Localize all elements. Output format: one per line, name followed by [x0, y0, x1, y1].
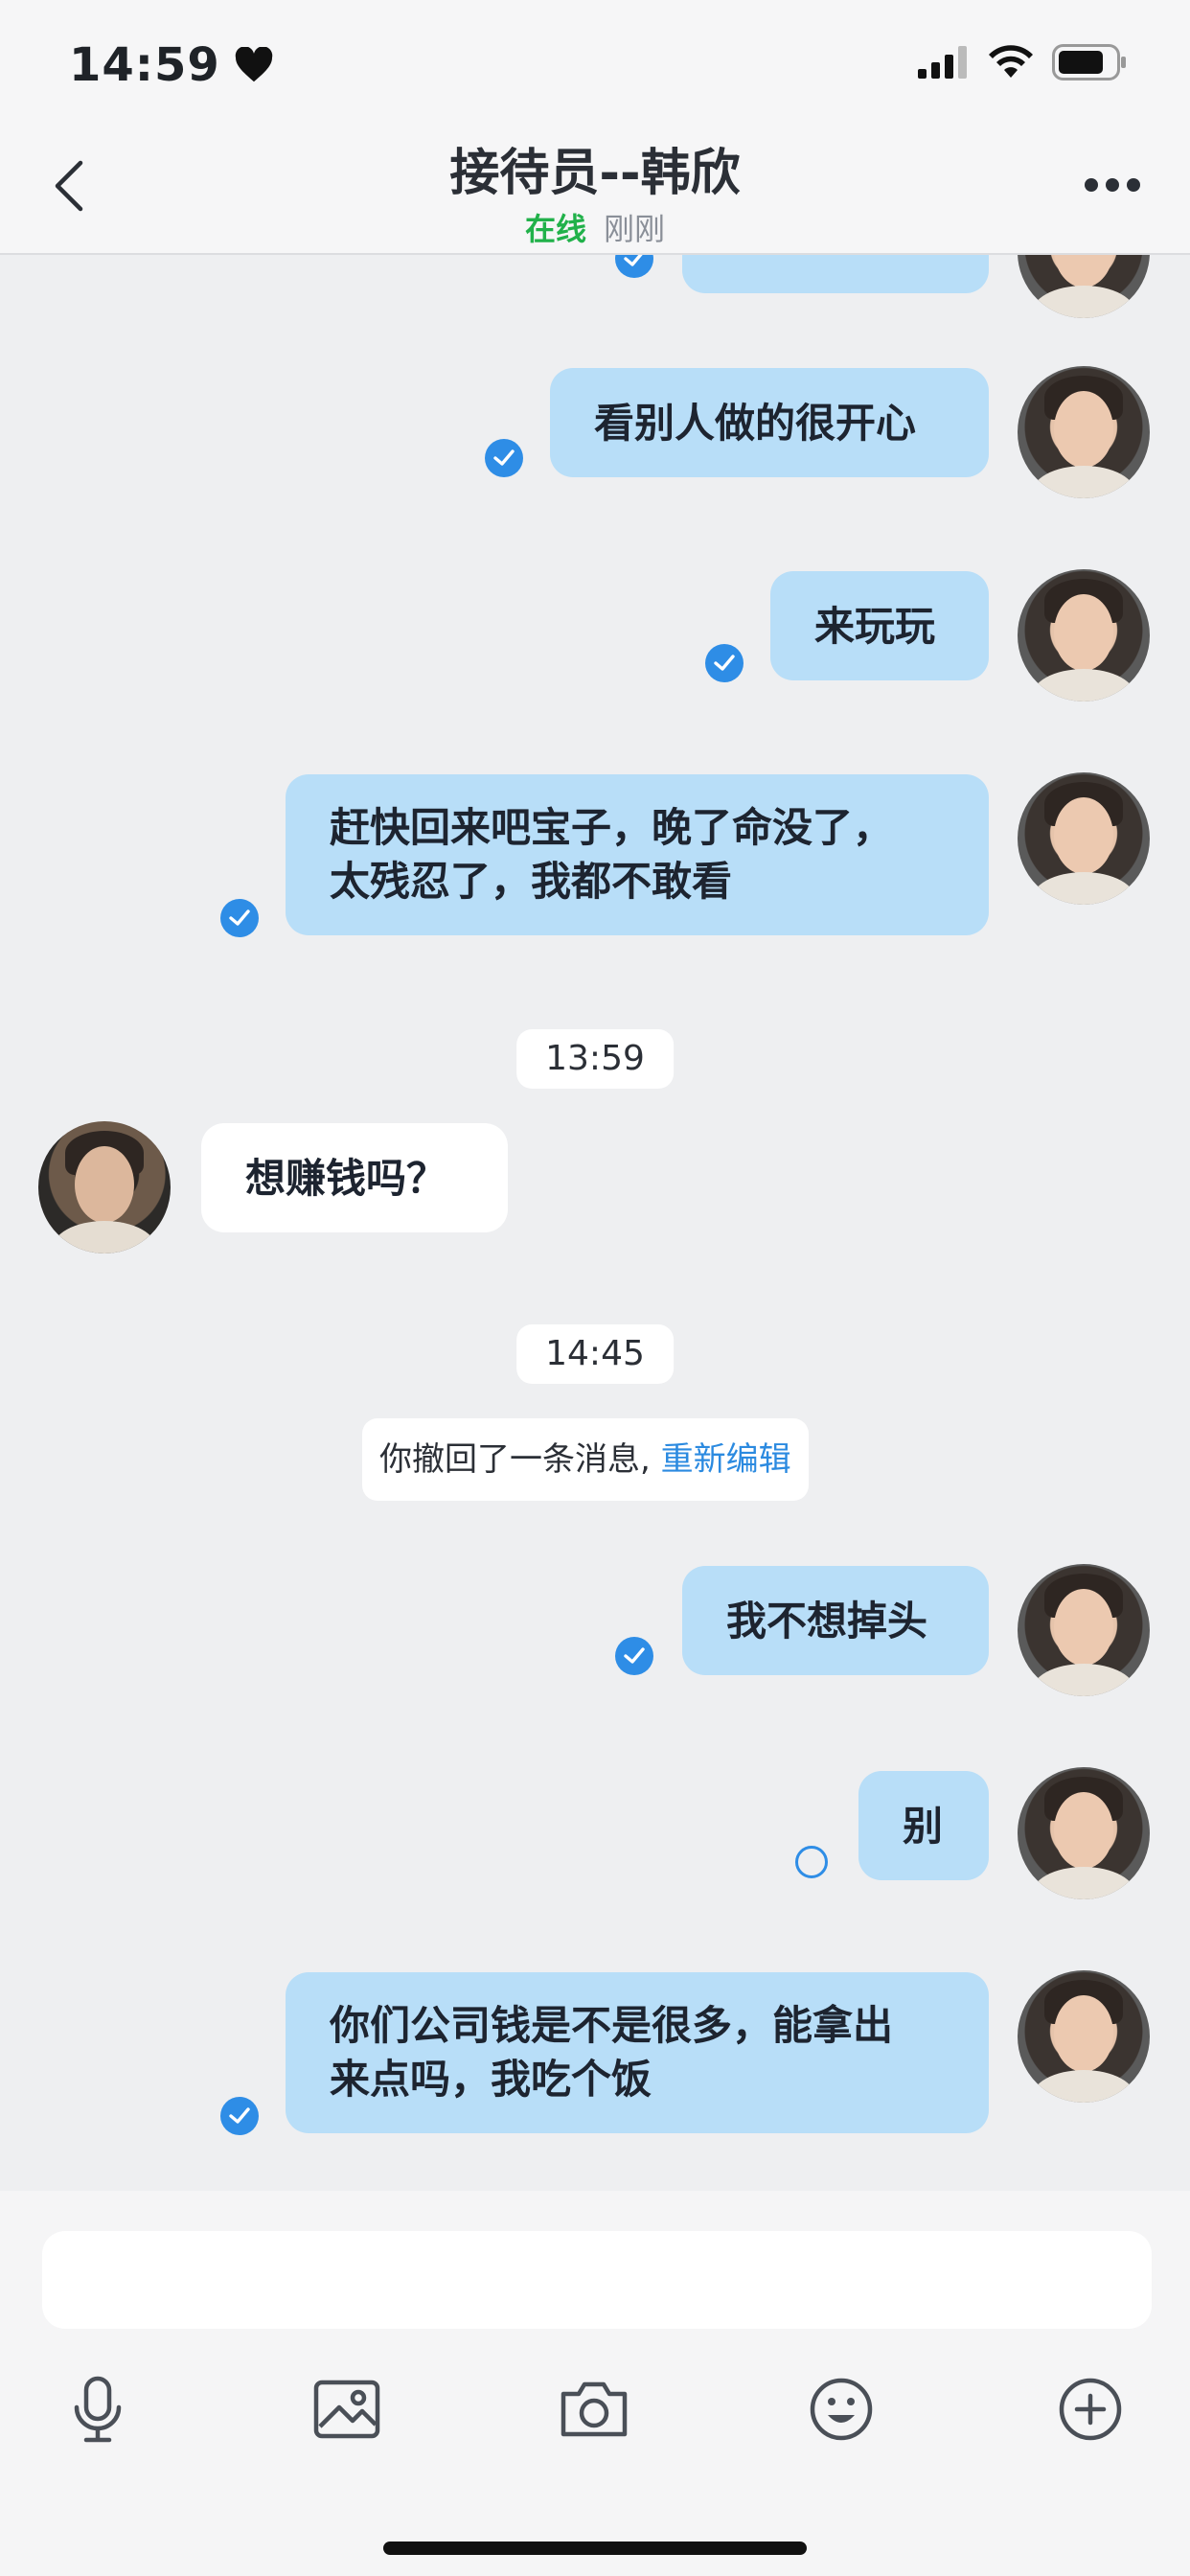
chat-title: 接待员--韩欣 [449, 145, 741, 202]
message-text: 我不想掉头 [726, 1598, 928, 1644]
my-avatar[interactable] [1018, 366, 1150, 498]
delivered-check-icon [705, 644, 744, 682]
message-input[interactable] [42, 2231, 1152, 2329]
status-time: 14:59 [69, 38, 274, 92]
message-bubble-outgoing[interactable]: 赶快回来吧宝子，晚了命没了， 太残忍了，我都不敢看 [286, 774, 989, 935]
my-avatar[interactable] [1018, 255, 1150, 318]
status-time-text: 14:59 [69, 38, 220, 92]
message-bubble-outgoing[interactable]: 来玩玩 [770, 571, 989, 680]
home-indicator [383, 2542, 807, 2555]
delivered-check-icon [220, 2097, 259, 2135]
message-text-line: 赶快回来吧宝子，晚了命没了， [330, 804, 894, 851]
chat-area[interactable]: 看别人做的很开心 来玩玩 赶快回来吧宝子，晚了命没了， 太残忍了，我都不敢看 1… [0, 255, 1190, 2191]
mic-icon[interactable] [59, 2371, 136, 2448]
message-text-line: 你们公司钱是不是很多，能拿出 [330, 2002, 894, 2049]
my-avatar[interactable] [1018, 1564, 1150, 1696]
message-bubble-outgoing[interactable]: 我不想掉头 [682, 1566, 989, 1675]
re-edit-link[interactable]: 重新编辑 [661, 1440, 791, 1479]
recall-notice-text: 你撤回了一条消息, [379, 1440, 651, 1479]
more-options-icon[interactable] [1085, 178, 1140, 192]
emoji-icon[interactable] [803, 2371, 880, 2448]
message-text: 别 [903, 1803, 944, 1850]
message-text-line: 太残忍了，我都不敢看 [330, 858, 733, 905]
top-bar: 14:59 接待员--韩欣 在线 刚刚 [0, 0, 1190, 255]
delivered-check-icon [485, 439, 523, 477]
my-avatar[interactable] [1018, 772, 1150, 905]
message-bubble-outgoing[interactable]: 别 [858, 1771, 989, 1880]
my-avatar[interactable] [1018, 1767, 1150, 1899]
my-avatar[interactable] [1018, 1970, 1150, 2103]
message-bubble-incoming[interactable]: 想赚钱吗？ [201, 1123, 508, 1232]
online-status: 在线 [524, 211, 586, 247]
delivered-check-icon [615, 1637, 653, 1675]
message-text: 想赚钱吗？ [245, 1155, 447, 1202]
contact-avatar[interactable] [38, 1121, 171, 1254]
my-avatar[interactable] [1018, 569, 1150, 702]
sending-status-icon [795, 1846, 828, 1878]
message-text: 来玩玩 [814, 603, 936, 650]
battery-icon [1052, 44, 1126, 80]
message-text: 看别人做的很开心 [594, 400, 917, 447]
message-bubble-partial[interactable] [682, 255, 989, 293]
plus-icon[interactable] [1052, 2371, 1129, 2448]
chat-status: 在线 刚刚 [0, 205, 1190, 249]
status-icons [918, 44, 1127, 80]
wifi-icon [989, 45, 1033, 78]
timestamp-divider: 14:45 [516, 1324, 674, 1384]
image-icon[interactable] [309, 2371, 385, 2448]
composer [0, 2191, 1190, 2576]
heart-icon [235, 47, 273, 82]
message-bubble-outgoing[interactable]: 看别人做的很开心 [550, 368, 989, 477]
delivered-check-icon [220, 899, 259, 937]
message-bubble-outgoing[interactable]: 你们公司钱是不是很多，能拿出 来点吗，我吃个饭 [286, 1972, 989, 2133]
camera-icon[interactable] [556, 2371, 632, 2448]
recall-notice: 你撤回了一条消息, 重新编辑 [362, 1418, 809, 1501]
message-text-line: 来点吗，我吃个饭 [330, 2056, 652, 2103]
timestamp-divider: 13:59 [516, 1029, 674, 1089]
signal-icon [918, 46, 967, 79]
last-seen: 刚刚 [604, 211, 666, 247]
delivered-check-icon [615, 255, 653, 278]
